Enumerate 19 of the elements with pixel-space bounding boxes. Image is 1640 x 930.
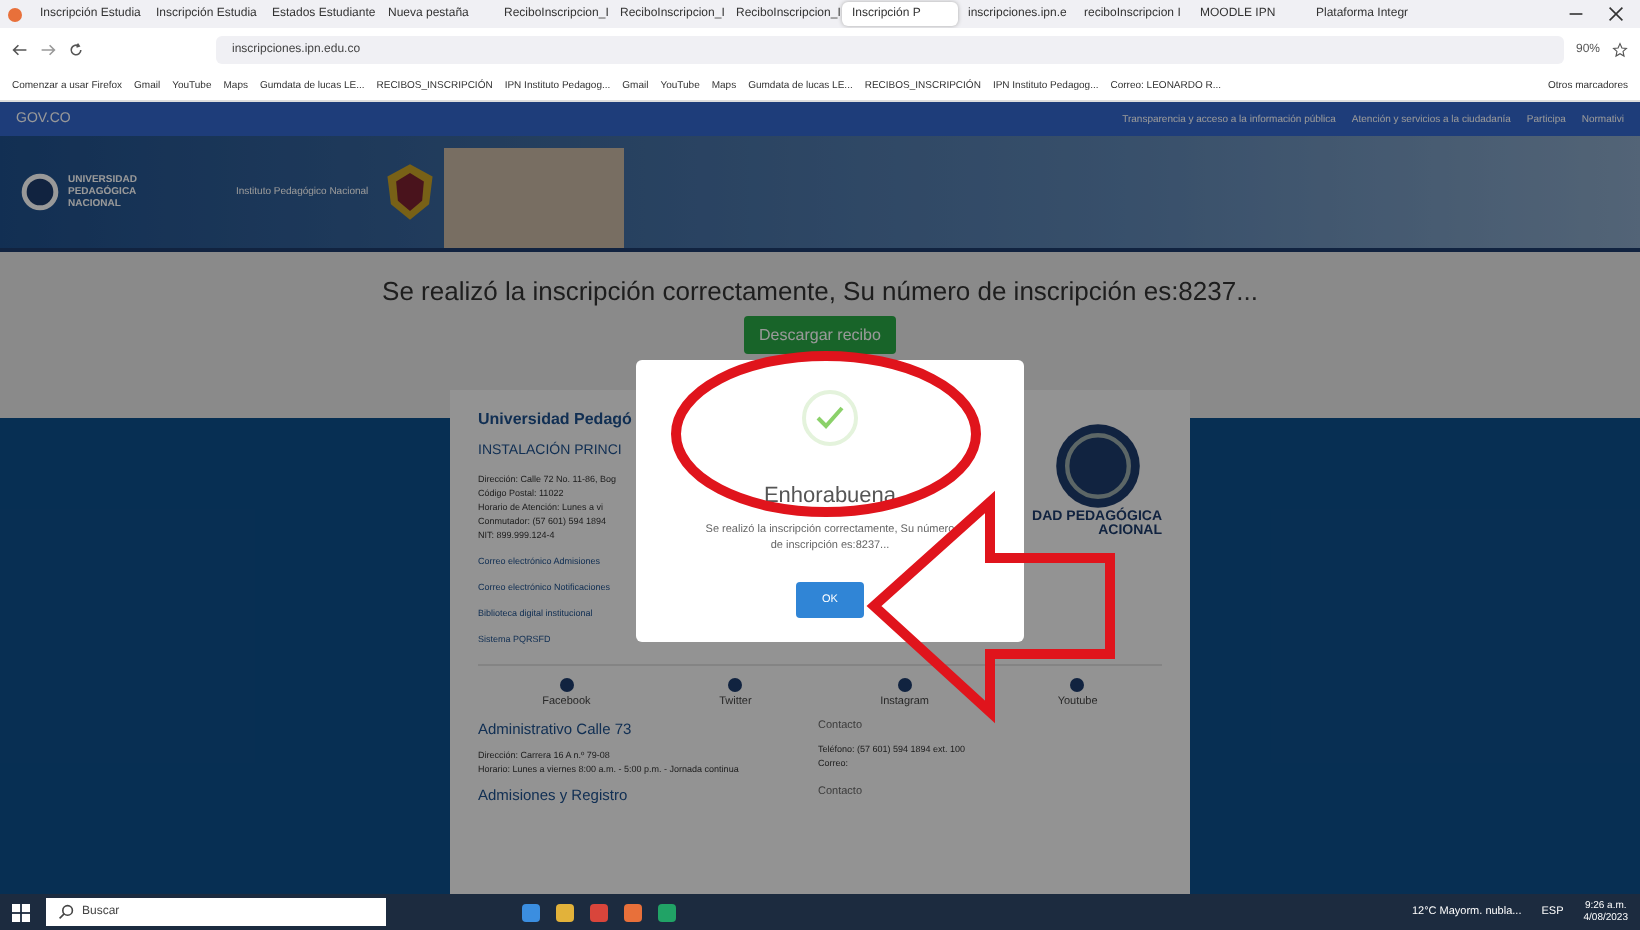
search-icon bbox=[58, 904, 74, 920]
star-icon[interactable] bbox=[1612, 42, 1628, 58]
checkmark-icon bbox=[800, 388, 860, 448]
success-message: Se realizó la inscripción correctamente, Su número de inscripción es:8237... bbox=[382, 276, 1258, 306]
app-icon[interactable] bbox=[590, 903, 608, 921]
social-icon[interactable] bbox=[1070, 678, 1085, 692]
reload-icon[interactable] bbox=[68, 42, 84, 58]
dialog-title: Enhorabuena bbox=[763, 484, 897, 508]
university-logo-icon bbox=[1054, 422, 1142, 510]
social-icon[interactable] bbox=[559, 678, 574, 692]
forward-icon[interactable] bbox=[40, 42, 56, 58]
back-icon[interactable] bbox=[12, 42, 28, 58]
shield-icon bbox=[384, 162, 437, 222]
card-title: Universidad Pedagó bbox=[478, 410, 632, 428]
social-icon[interactable] bbox=[728, 678, 743, 692]
close-icon[interactable] bbox=[1608, 6, 1624, 22]
windows-start-icon[interactable] bbox=[12, 903, 30, 921]
university-seal-icon bbox=[20, 172, 60, 212]
social-icon[interactable] bbox=[897, 678, 912, 692]
